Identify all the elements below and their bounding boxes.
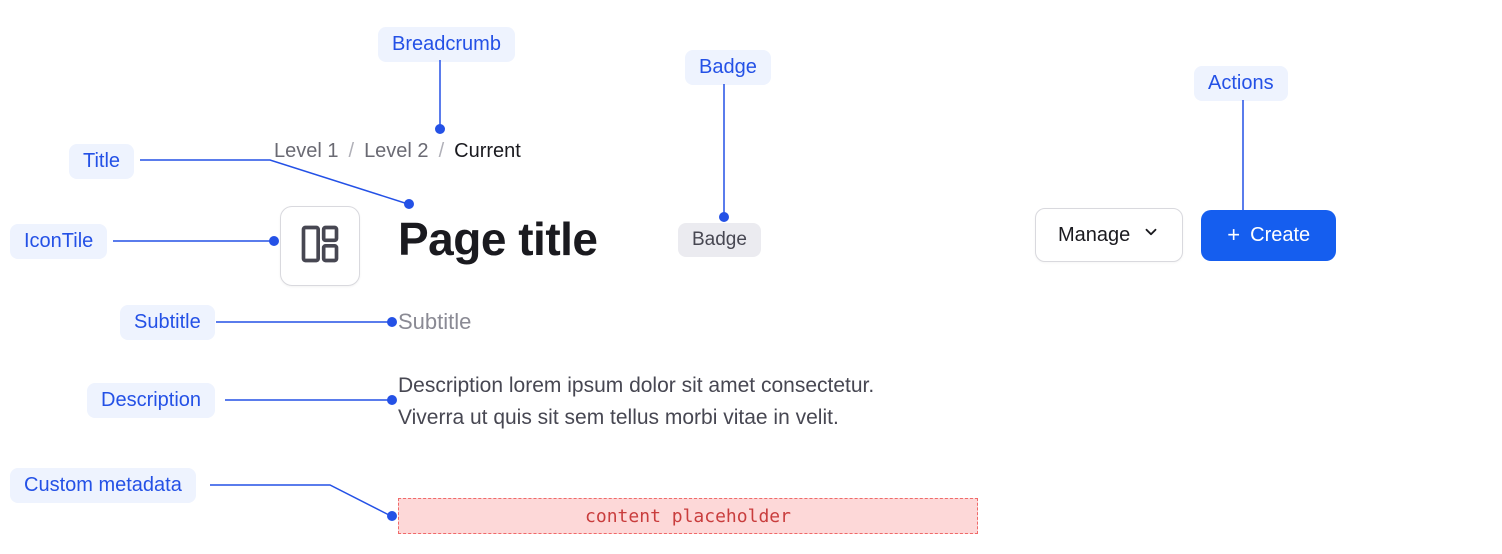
plus-icon: + bbox=[1227, 224, 1240, 246]
annotation-badge: Badge bbox=[685, 50, 771, 85]
breadcrumb-level1[interactable]: Level 1 bbox=[274, 140, 339, 163]
page-title: Page title bbox=[398, 212, 598, 266]
annotation-dot bbox=[387, 511, 397, 521]
annotation-dot bbox=[387, 395, 397, 405]
annotation-subtitle: Subtitle bbox=[120, 305, 215, 340]
annotation-dot bbox=[269, 236, 279, 246]
annotation-dot bbox=[435, 124, 445, 134]
breadcrumb: Level 1 / Level 2 / Current bbox=[274, 140, 521, 163]
breadcrumb-level2[interactable]: Level 2 bbox=[364, 140, 429, 163]
breadcrumb-separator: / bbox=[439, 140, 445, 163]
annotation-icontile: IconTile bbox=[10, 224, 107, 259]
actions-container: Manage + Create bbox=[1035, 208, 1336, 262]
chevron-down-icon bbox=[1142, 223, 1160, 247]
manage-button[interactable]: Manage bbox=[1035, 208, 1183, 262]
annotation-breadcrumb: Breadcrumb bbox=[378, 27, 515, 62]
annotation-dot bbox=[387, 317, 397, 327]
create-button-label: Create bbox=[1250, 224, 1310, 247]
subtitle: Subtitle bbox=[398, 309, 471, 335]
create-button[interactable]: + Create bbox=[1201, 210, 1336, 261]
annotation-description: Description bbox=[87, 383, 215, 418]
annotation-dot bbox=[404, 199, 414, 209]
annotation-title: Title bbox=[69, 144, 134, 179]
custom-metadata-placeholder: content placeholder bbox=[398, 498, 978, 534]
manage-button-label: Manage bbox=[1058, 224, 1130, 247]
annotation-dot bbox=[719, 212, 729, 222]
description: Description lorem ipsum dolor sit amet c… bbox=[398, 370, 938, 433]
layout-icon bbox=[298, 222, 342, 271]
status-badge: Badge bbox=[678, 223, 761, 257]
breadcrumb-current: Current bbox=[454, 140, 521, 163]
annotation-custommetadata: Custom metadata bbox=[10, 468, 196, 503]
annotation-actions: Actions bbox=[1194, 66, 1288, 101]
icon-tile bbox=[280, 206, 360, 286]
breadcrumb-separator: / bbox=[349, 140, 355, 163]
